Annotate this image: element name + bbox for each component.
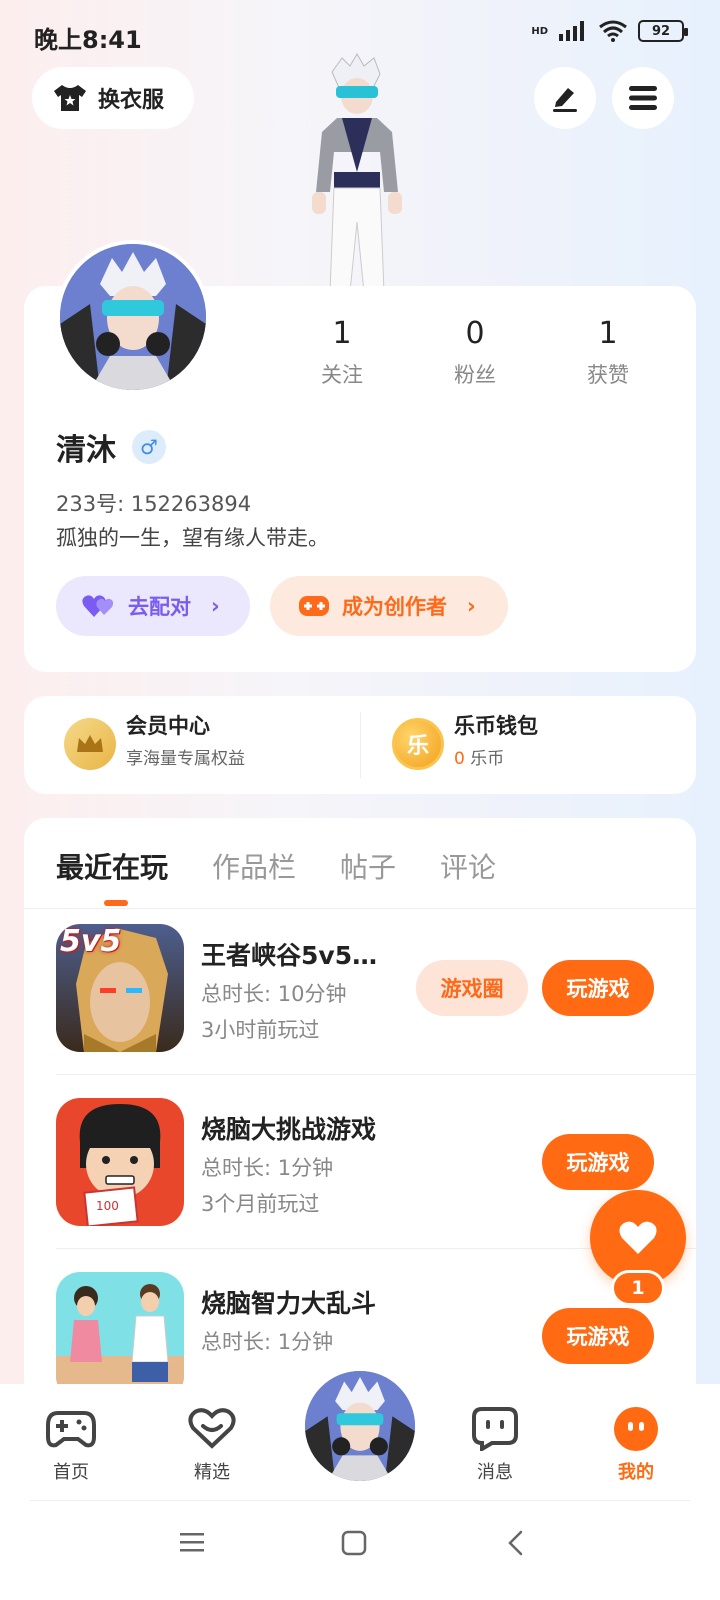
gamepad-icon bbox=[46, 1411, 96, 1448]
tab-recent[interactable]: 最近在玩 bbox=[56, 846, 168, 886]
hearts-icon bbox=[82, 595, 114, 617]
nav-me[interactable]: 我的 bbox=[586, 1404, 686, 1484]
game-icon-badge: 5v5 bbox=[60, 924, 122, 959]
following-count: 1 bbox=[332, 316, 352, 351]
shirt-icon bbox=[54, 85, 86, 111]
user-bio: 孤独的一生，望有缘人带走。 bbox=[56, 526, 329, 550]
wallet-unit: 乐币 bbox=[470, 749, 505, 769]
game-last-played: 3个月前玩过 bbox=[201, 1192, 320, 1216]
change-outfit-button[interactable]: 换衣服 bbox=[32, 67, 194, 129]
vip-title: 会员中心 bbox=[126, 714, 210, 738]
fans-label: 粉丝 bbox=[454, 363, 496, 387]
chevron-right-icon: › bbox=[467, 594, 476, 618]
tab-posts[interactable]: 帖子 bbox=[340, 846, 396, 886]
following-label: 关注 bbox=[321, 363, 363, 387]
game-title: 王者峡谷5v5… bbox=[201, 941, 378, 970]
hd-icon: HD bbox=[531, 25, 548, 37]
row-divider bbox=[56, 1074, 696, 1075]
play-game-button[interactable]: 玩游戏 bbox=[542, 1308, 654, 1364]
face-icon bbox=[614, 1407, 658, 1451]
tabs-divider bbox=[24, 908, 696, 909]
menu-icon bbox=[629, 86, 657, 110]
game-title: 烧脑智力大乱斗 bbox=[201, 1289, 377, 1318]
status-icons: HD 92 bbox=[531, 20, 688, 42]
heart-outline-icon bbox=[188, 1408, 236, 1449]
game-icon-brain-challenge: 100 bbox=[56, 1098, 184, 1226]
fans-count: 0 bbox=[465, 316, 485, 351]
profile-name: 清沐 bbox=[56, 433, 116, 468]
signal-icon bbox=[559, 21, 584, 41]
coin-icon: 乐 bbox=[392, 718, 444, 770]
likes-count: 1 bbox=[598, 316, 618, 351]
nav-messages[interactable]: 消息 bbox=[445, 1404, 545, 1484]
match-label: 去配对 bbox=[128, 595, 191, 619]
game-circle-button[interactable]: 游戏圈 bbox=[416, 960, 528, 1016]
chat-icon bbox=[472, 1407, 518, 1451]
heart-icon bbox=[619, 1221, 657, 1254]
gamepad-plus-icon bbox=[299, 596, 329, 616]
creator-label: 成为创作者 bbox=[342, 595, 447, 619]
wallet-title: 乐币钱包 bbox=[454, 714, 538, 738]
pen-icon bbox=[553, 88, 577, 112]
wifi-icon bbox=[599, 20, 627, 42]
stat-following[interactable]: 1 关注 bbox=[287, 316, 397, 389]
divider bbox=[360, 712, 361, 778]
game-duration: 总时长: 10分钟 bbox=[201, 982, 347, 1006]
nav-me-label: 我的 bbox=[618, 1462, 654, 1483]
chevron-right-icon: › bbox=[211, 594, 220, 618]
play-game-button[interactable]: 玩游戏 bbox=[542, 960, 654, 1016]
nav-home[interactable]: 首页 bbox=[21, 1404, 121, 1484]
tab-comments[interactable]: 评论 bbox=[440, 846, 496, 886]
back-icon[interactable] bbox=[506, 1530, 526, 1556]
status-time: 晚上8:41 bbox=[34, 26, 142, 54]
tab-indicator bbox=[104, 900, 128, 906]
home-icon[interactable] bbox=[340, 1530, 368, 1556]
game-title: 烧脑大挑战游戏 bbox=[201, 1115, 377, 1144]
change-outfit-label: 换衣服 bbox=[98, 88, 165, 113]
like-count-badge: 1 bbox=[611, 1270, 665, 1306]
become-creator-button[interactable]: 成为创作者 › bbox=[270, 576, 508, 636]
profile-tabs: 最近在玩 作品栏 帖子 评论 bbox=[56, 846, 496, 886]
nav-featured[interactable]: 精选 bbox=[162, 1404, 262, 1484]
recent-apps-icon[interactable] bbox=[178, 1530, 206, 1554]
crown-icon bbox=[64, 718, 116, 770]
vip-center-link[interactable]: 会员中心 享海量专属权益 bbox=[126, 710, 245, 769]
battery-icon: 92 bbox=[638, 20, 688, 42]
nav-avatar-image bbox=[305, 1371, 415, 1481]
match-button[interactable]: 去配对 › bbox=[56, 576, 250, 636]
wallet-balance: 0 乐币 bbox=[454, 744, 538, 769]
nav-featured-label: 精选 bbox=[194, 1462, 230, 1483]
game-last-played: 3小时前玩过 bbox=[201, 1018, 320, 1042]
tab-works[interactable]: 作品栏 bbox=[212, 846, 296, 886]
avatar-figure[interactable] bbox=[292, 52, 422, 292]
menu-button[interactable] bbox=[612, 67, 674, 129]
wallet-amount: 0 bbox=[454, 749, 465, 769]
game-icon-brain-brawl bbox=[56, 1272, 184, 1400]
game-duration: 总时长: 1分钟 bbox=[201, 1156, 334, 1180]
user-id: 233号: 152263894 bbox=[56, 492, 252, 516]
wallet-link[interactable]: 乐币钱包 0 乐币 bbox=[454, 710, 538, 769]
svg-text:100: 100 bbox=[96, 1199, 119, 1213]
profile-avatar[interactable] bbox=[56, 240, 210, 394]
nav-divider bbox=[30, 1500, 690, 1501]
likes-label: 获赞 bbox=[587, 363, 629, 387]
nav-messages-label: 消息 bbox=[477, 1462, 513, 1483]
nav-avatar[interactable] bbox=[302, 1368, 418, 1484]
profile-name-row: 清沐 ♂ bbox=[56, 425, 166, 469]
male-icon: ♂ bbox=[132, 430, 166, 464]
avatar-image bbox=[60, 244, 206, 390]
vip-subtitle: 享海量专属权益 bbox=[126, 749, 245, 769]
nav-home-label: 首页 bbox=[53, 1462, 89, 1483]
play-game-button[interactable]: 玩游戏 bbox=[542, 1134, 654, 1190]
stat-fans[interactable]: 0 粉丝 bbox=[420, 316, 530, 389]
edit-button[interactable] bbox=[534, 67, 596, 129]
game-icon-kings: 5v5 bbox=[56, 924, 184, 1052]
stat-likes[interactable]: 1 获赞 bbox=[553, 316, 663, 389]
game-duration: 总时长: 1分钟 bbox=[201, 1330, 334, 1354]
